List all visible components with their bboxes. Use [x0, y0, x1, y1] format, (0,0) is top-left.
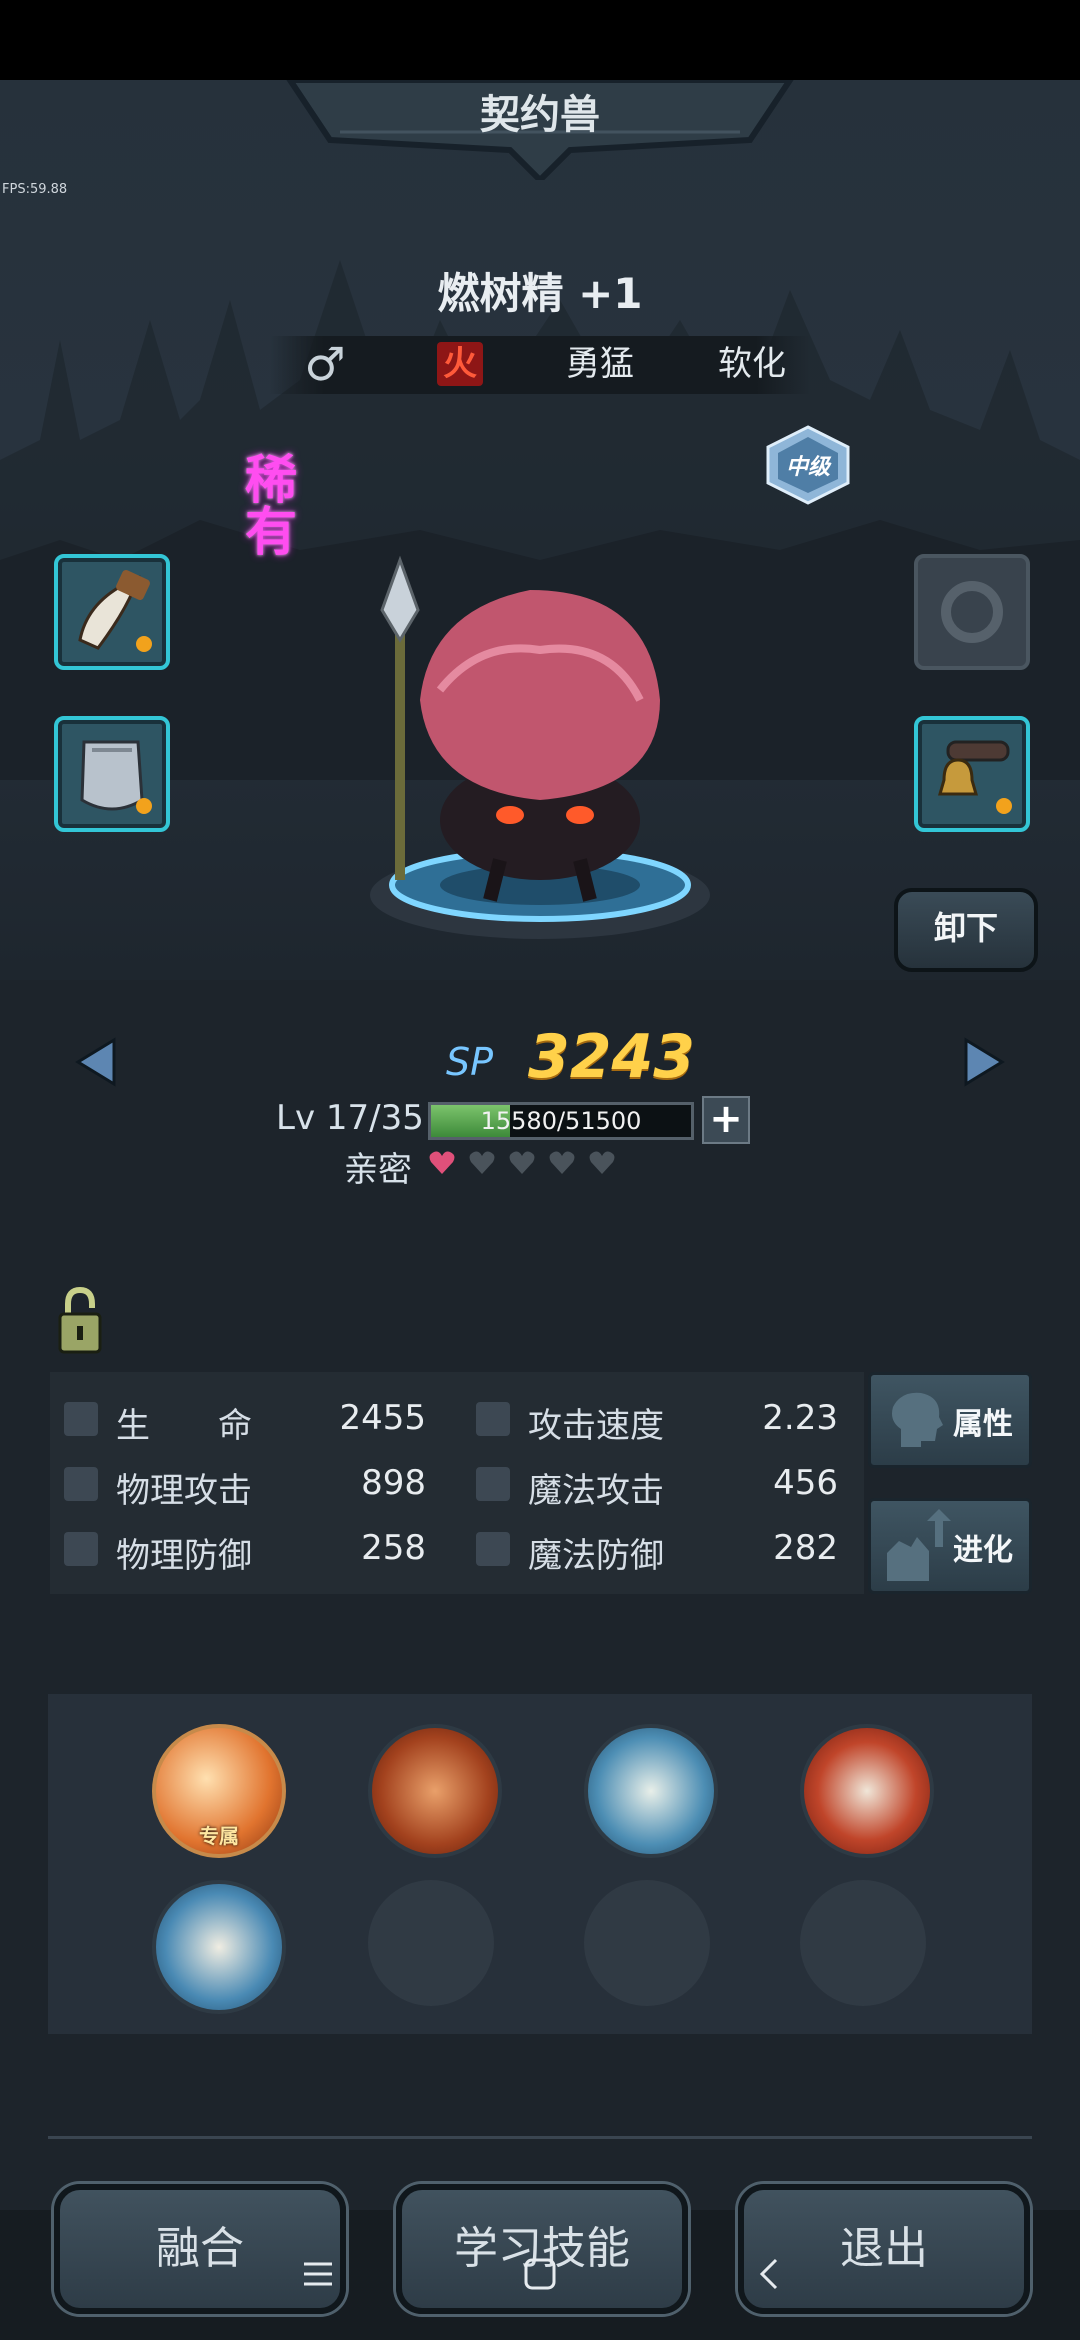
stat-mdef-value: 282 — [773, 1528, 838, 1568]
collar-bell-icon — [938, 740, 1012, 814]
heart-empty-icon — [509, 1151, 535, 1174]
heart-stat-icon — [64, 1402, 98, 1436]
add-exp-button[interactable]: + — [702, 1096, 750, 1144]
ring-placeholder-icon — [941, 581, 1003, 643]
attributes-button-label: 属性 — [953, 1407, 1013, 1442]
trait-brave[interactable]: 勇猛 — [560, 342, 640, 386]
equip-slot-ring-empty[interactable] — [914, 554, 1030, 670]
rarity-tag: 稀有 — [245, 451, 298, 563]
empty-skill-slot-icon[interactable] — [368, 1880, 494, 2006]
page-title: 契约兽 — [480, 92, 600, 138]
grade-badge[interactable]: 中级 — [760, 425, 856, 505]
stat-pdef-label: 物理防御 — [116, 1536, 252, 1576]
unequip-button[interactable]: 卸下 — [894, 888, 1038, 972]
strength-skill-icon[interactable] — [368, 1724, 502, 1858]
stat-hp-label: 生 命 — [116, 1406, 252, 1446]
stat-patk-label: 物理攻击 — [116, 1471, 252, 1511]
learn-skill-button[interactable]: 学习技能 — [396, 2184, 688, 2314]
stat-matk-label: 魔法攻击 — [528, 1471, 664, 1511]
empty-skill-slot-icon[interactable] — [584, 1880, 710, 2006]
sp-value: 3243 — [528, 1022, 695, 1092]
attack-speed-icon — [476, 1402, 510, 1436]
star-stat-icon — [476, 1532, 510, 1566]
equip-slot-armor[interactable] — [54, 716, 170, 832]
shield-stat-icon — [64, 1532, 98, 1566]
exclusive-skill-icon[interactable]: 专属 — [152, 1724, 286, 1858]
claw-tooth-icon — [78, 570, 152, 652]
intimacy-label: 亲密 — [344, 1150, 412, 1190]
heart-filled-icon — [429, 1151, 455, 1174]
pet-name: 燃树精 +1 — [437, 269, 643, 318]
exp-text: 15580/51500 — [480, 1107, 642, 1135]
trait-soften[interactable]: 软化 — [712, 342, 792, 386]
stat-hp-value: 2455 — [339, 1398, 426, 1438]
exclusive-tag: 专属 — [199, 1824, 239, 1848]
section-divider — [48, 2136, 1032, 2139]
pet-portrait — [370, 555, 710, 939]
armor-icon — [80, 740, 152, 814]
stat-matk-value: 456 — [773, 1463, 838, 1503]
element-fire-badge: 火 — [437, 342, 483, 386]
evolve-button[interactable]: 进化 — [868, 1498, 1032, 1594]
heart-empty-icon — [469, 1151, 495, 1174]
evolve-button-label: 进化 — [953, 1533, 1013, 1568]
equip-slot-claw[interactable] — [54, 554, 170, 670]
sp-label: SP — [446, 1040, 494, 1084]
heart-empty-icon — [549, 1151, 575, 1174]
crossed-axes-skill-icon[interactable] — [800, 1724, 934, 1858]
prev-pet-arrow-icon[interactable] — [74, 1036, 118, 1088]
lock-icon[interactable] — [56, 1286, 104, 1356]
menu-icon[interactable] — [300, 2256, 336, 2292]
stat-pdef-value: 258 — [361, 1528, 426, 1568]
hammer-skill-icon[interactable] — [152, 1880, 286, 2014]
heart-empty-icon — [589, 1151, 615, 1174]
fuse-button[interactable]: 融合 — [54, 2184, 346, 2314]
stat-atk-speed-value: 2.23 — [762, 1398, 838, 1438]
sword-stat-icon — [64, 1467, 98, 1501]
attributes-button[interactable]: 属性 — [868, 1372, 1032, 1468]
wand-stat-icon — [476, 1467, 510, 1501]
back-icon[interactable] — [752, 2256, 788, 2292]
stat-atk-speed-label: 攻击速度 — [528, 1406, 664, 1446]
exit-button[interactable]: 退出 — [738, 2184, 1030, 2314]
home-icon[interactable] — [522, 2256, 558, 2292]
stat-patk-value: 898 — [361, 1463, 426, 1503]
grade-label: 中级 — [785, 455, 830, 480]
gender-icon: ♂ — [304, 337, 346, 391]
exp-bar: 15580/51500 — [428, 1102, 694, 1140]
fps-counter: FPS:59.88 — [2, 182, 68, 197]
heal-hammer-skill-icon[interactable] — [584, 1724, 718, 1858]
equip-slot-collar[interactable] — [914, 716, 1030, 832]
head-silhouette-icon — [892, 1392, 943, 1447]
evolve-monster-icon — [887, 1509, 951, 1581]
stat-mdef-label: 魔法防御 — [528, 1536, 664, 1576]
next-pet-arrow-icon[interactable] — [962, 1036, 1006, 1088]
level-text: Lv 17/35 — [276, 1098, 424, 1138]
empty-skill-slot-icon[interactable] — [800, 1880, 926, 2006]
status-bar — [0, 0, 1080, 80]
